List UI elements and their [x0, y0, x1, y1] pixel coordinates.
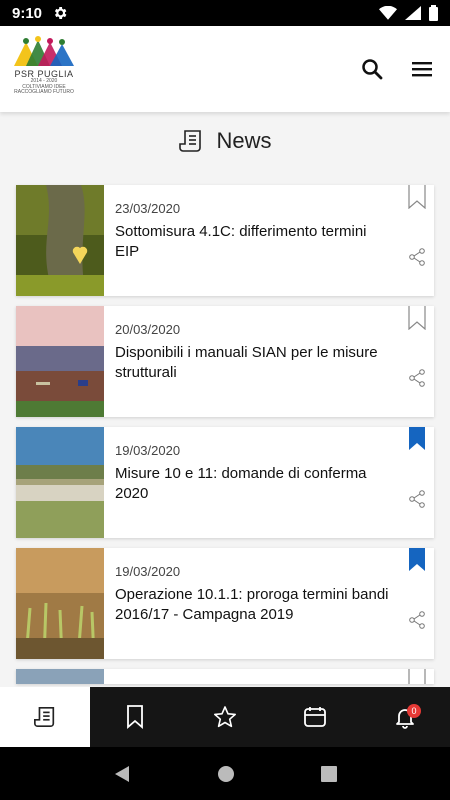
news-card[interactable]: 23/03/2020 Sottomisura 4.1C: differiment…: [16, 185, 434, 296]
news-thumbnail: [16, 185, 104, 296]
system-nav: [0, 747, 450, 800]
logo-tagline-2: RACCOGLIAMO FUTURO: [14, 89, 74, 95]
menu-icon[interactable]: [410, 57, 434, 81]
news-title: Sottomisura 4.1C: differimento termini E…: [115, 223, 367, 260]
bookmark-icon[interactable]: [408, 669, 426, 684]
news-title: Misure 10 e 11: domande di conferma 2020: [115, 465, 367, 502]
nav-favorites[interactable]: [180, 687, 270, 747]
share-icon[interactable]: [408, 611, 426, 629]
bookmark-icon[interactable]: [408, 185, 426, 209]
news-thumbnail: [16, 669, 104, 684]
news-title: Operazione 10.1.1: proroga termini bandi…: [115, 586, 389, 623]
recents-icon[interactable]: [321, 765, 337, 782]
news-thumbnail: [16, 548, 104, 659]
bookmark-filled-icon[interactable]: [408, 427, 426, 451]
news-date: 23/03/2020: [115, 201, 181, 216]
status-time: 9:10: [12, 4, 43, 22]
section-title-text: News: [216, 128, 272, 153]
back-icon[interactable]: [113, 765, 131, 783]
gear-icon: [54, 7, 67, 19]
nav-bookmarks[interactable]: [90, 687, 180, 747]
nav-notifications[interactable]: 0: [360, 687, 450, 747]
notification-badge: 0: [407, 704, 421, 718]
news-thumbnail: [16, 427, 104, 538]
nav-news[interactable]: [0, 687, 90, 747]
status-bar: 9:10: [0, 0, 450, 26]
calendar-icon: [304, 707, 326, 727]
news-icon: [179, 130, 202, 152]
bookmark-filled-icon[interactable]: [408, 548, 426, 572]
share-icon[interactable]: [408, 490, 426, 508]
news-card[interactable]: 19/03/2020 Operazione 10.1.1: proroga te…: [16, 548, 434, 659]
share-icon[interactable]: [408, 369, 426, 387]
news-card[interactable]: 19/03/2020 Misure 10 e 11: domande di co…: [16, 427, 434, 538]
news-date: 20/03/2020: [115, 322, 181, 337]
nav-calendar[interactable]: [270, 687, 360, 747]
search-icon[interactable]: [360, 57, 384, 81]
news-card[interactable]: 20/03/2020 Disponibili i manuali SIAN pe…: [16, 306, 434, 417]
section-title: News: [0, 128, 450, 154]
star-icon: [214, 706, 236, 728]
logo-figures-icon: [14, 36, 74, 66]
battery-icon: [429, 5, 438, 21]
share-icon[interactable]: [408, 248, 426, 266]
news-thumbnail: [16, 306, 104, 417]
wifi-icon: [379, 6, 397, 20]
app-header: PSR PUGLIA 2014 - 2020 COLTIVIAMO IDEE R…: [0, 26, 450, 112]
bookmark-icon[interactable]: [408, 306, 426, 330]
psr-puglia-logo[interactable]: PSR PUGLIA 2014 - 2020 COLTIVIAMO IDEE R…: [10, 36, 78, 102]
news-date: 19/03/2020: [115, 564, 181, 579]
home-icon[interactable]: [217, 765, 235, 783]
news-title: Disponibili i manuali SIAN per le misure…: [115, 344, 378, 381]
news-card-partial[interactable]: [16, 669, 434, 684]
bottom-nav: 0: [0, 687, 450, 747]
news-icon: [34, 706, 55, 728]
signal-icon: [405, 6, 421, 20]
news-date: 19/03/2020: [115, 443, 181, 458]
bookmark-icon: [127, 705, 143, 729]
news-list: 23/03/2020 Sottomisura 4.1C: differiment…: [16, 185, 434, 694]
